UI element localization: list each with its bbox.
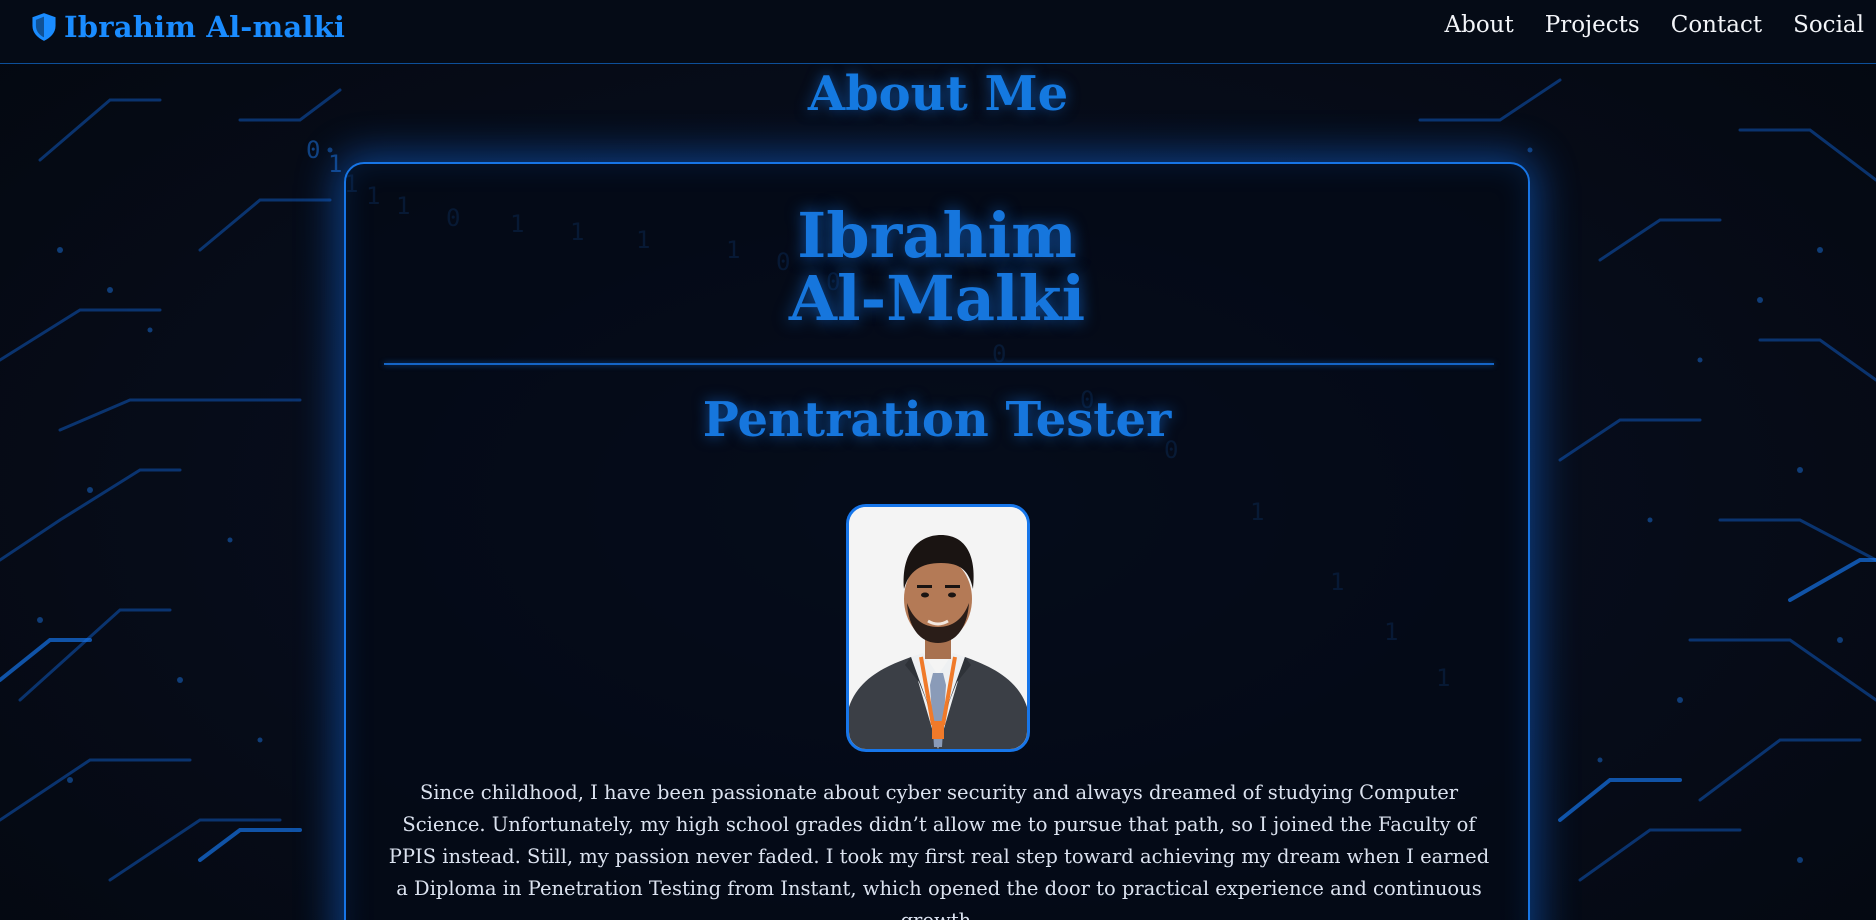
- svg-text:1: 1: [328, 150, 342, 178]
- profile-photo-illustration: [849, 507, 1027, 749]
- profile-role: Pentration Tester: [702, 392, 1172, 448]
- nav-links: About Projects Contact Social: [1444, 12, 1864, 38]
- name-line-last: Al-Malki: [788, 262, 1086, 336]
- navbar: Ibrahim Al-malki About Projects Contact …: [0, 0, 1876, 64]
- nav-link-projects[interactable]: Projects: [1545, 12, 1640, 38]
- nav-link-about[interactable]: About: [1444, 12, 1513, 38]
- brand-logo[interactable]: Ibrahim Al-malki: [30, 10, 345, 44]
- nav-link-social[interactable]: Social: [1793, 12, 1864, 38]
- svg-text:0: 0: [306, 136, 320, 164]
- shield-icon: [32, 13, 56, 41]
- profile-name: Ibrahim Al-Malki: [346, 204, 1528, 330]
- section-title: About Me: [807, 66, 1069, 122]
- profile-photo: [846, 504, 1030, 752]
- divider: [384, 363, 1494, 365]
- bio-text: Since childhood, I have been passionate …: [388, 781, 1490, 920]
- page: 011 110 111 100 000 111 1 Ibrahim Al-mal…: [0, 0, 1876, 920]
- nav-link-contact[interactable]: Contact: [1671, 12, 1762, 38]
- about-card: Ibrahim Al-Malki Pentration Tester Since…: [344, 162, 1530, 920]
- brand-name: Ibrahim Al-malki: [64, 10, 346, 44]
